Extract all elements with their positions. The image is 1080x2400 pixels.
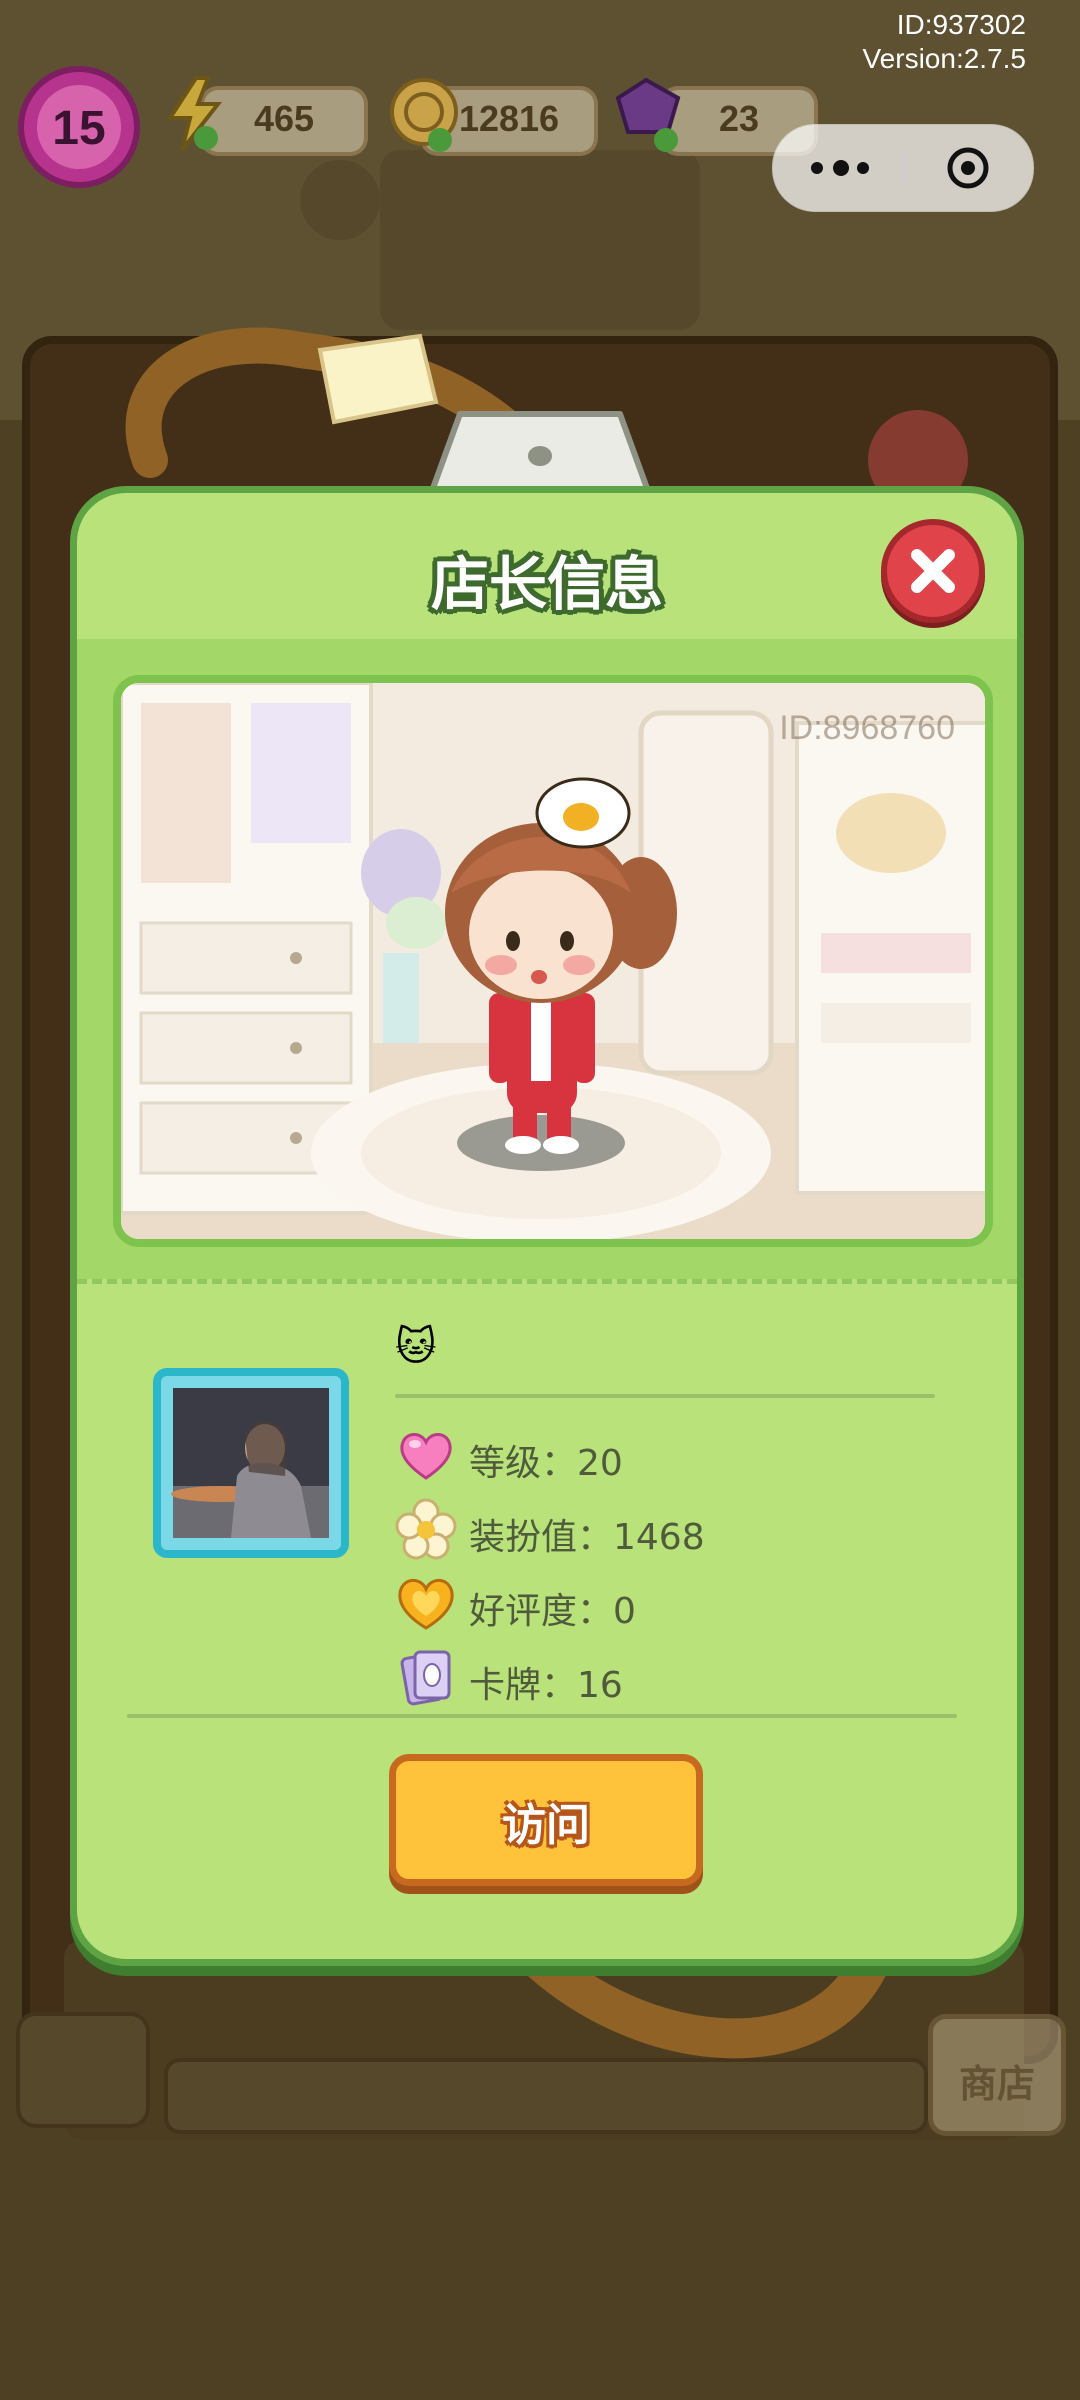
- stat-cards-text: 卡牌：16: [469, 1665, 623, 1706]
- lightning-icon: [166, 76, 223, 152]
- shopkeeper-info-section: 🐱 等级：20 装扮值：1468 好评度：0 卡牌：16 访问: [77, 1279, 1017, 1964]
- tape-decoration: [317, 333, 439, 425]
- more-menu-icon[interactable]: [811, 152, 871, 184]
- coin-icon: [390, 78, 458, 152]
- golden-heart-icon: [398, 1578, 454, 1630]
- stat-rating-text: 好评度：0: [469, 1591, 636, 1632]
- visit-button[interactable]: 访问: [389, 1754, 703, 1886]
- stats-divider: [127, 1714, 957, 1718]
- gem-icon: [615, 77, 681, 152]
- stat-level-text: 等级：20: [469, 1443, 623, 1484]
- shopkeeper-avatar[interactable]: [153, 1368, 349, 1558]
- player-level-badge: 15: [18, 66, 140, 188]
- shop-id-label: ID:8968760: [779, 709, 955, 747]
- miniprogram-capsule: [772, 124, 1034, 212]
- close-button[interactable]: [881, 519, 985, 623]
- close-icon: [911, 549, 955, 593]
- dialog-title: 店长信息: [430, 550, 663, 618]
- dialog-header: 店长信息: [77, 493, 1017, 644]
- card-icon: [400, 1650, 451, 1706]
- shopkeeper-nickname: 🐱: [395, 1324, 437, 1370]
- room-illustration: [121, 683, 985, 1239]
- shop-tab-label: 商店: [958, 2062, 1035, 2106]
- shopkeeper-info-dialog: 店长信息 ID:8968760 🐱 等级：20 装扮值：1468 好评度：0 卡…: [70, 486, 1024, 1966]
- stat-dress-value-text: 装扮值：1468: [469, 1517, 705, 1558]
- capsule-divider: [903, 149, 905, 189]
- system-info: ID:937302 Version:2.7.5: [863, 8, 1026, 76]
- dressing-room-scene: ID:8968760: [113, 675, 993, 1247]
- visit-button-label: 访问: [502, 1800, 590, 1851]
- flower-icon: [395, 1498, 457, 1560]
- avatar-image: [171, 1388, 329, 1538]
- shop-tab: 商店: [928, 2014, 1066, 2136]
- heart-icon: [400, 1433, 452, 1480]
- version-label: Version:2.7.5: [862, 43, 1026, 74]
- player-level-text: 15: [52, 102, 105, 155]
- close-miniprogram-icon[interactable]: [945, 145, 991, 191]
- nickname-divider: [395, 1394, 935, 1398]
- user-id-label: ID:937302: [896, 9, 1026, 40]
